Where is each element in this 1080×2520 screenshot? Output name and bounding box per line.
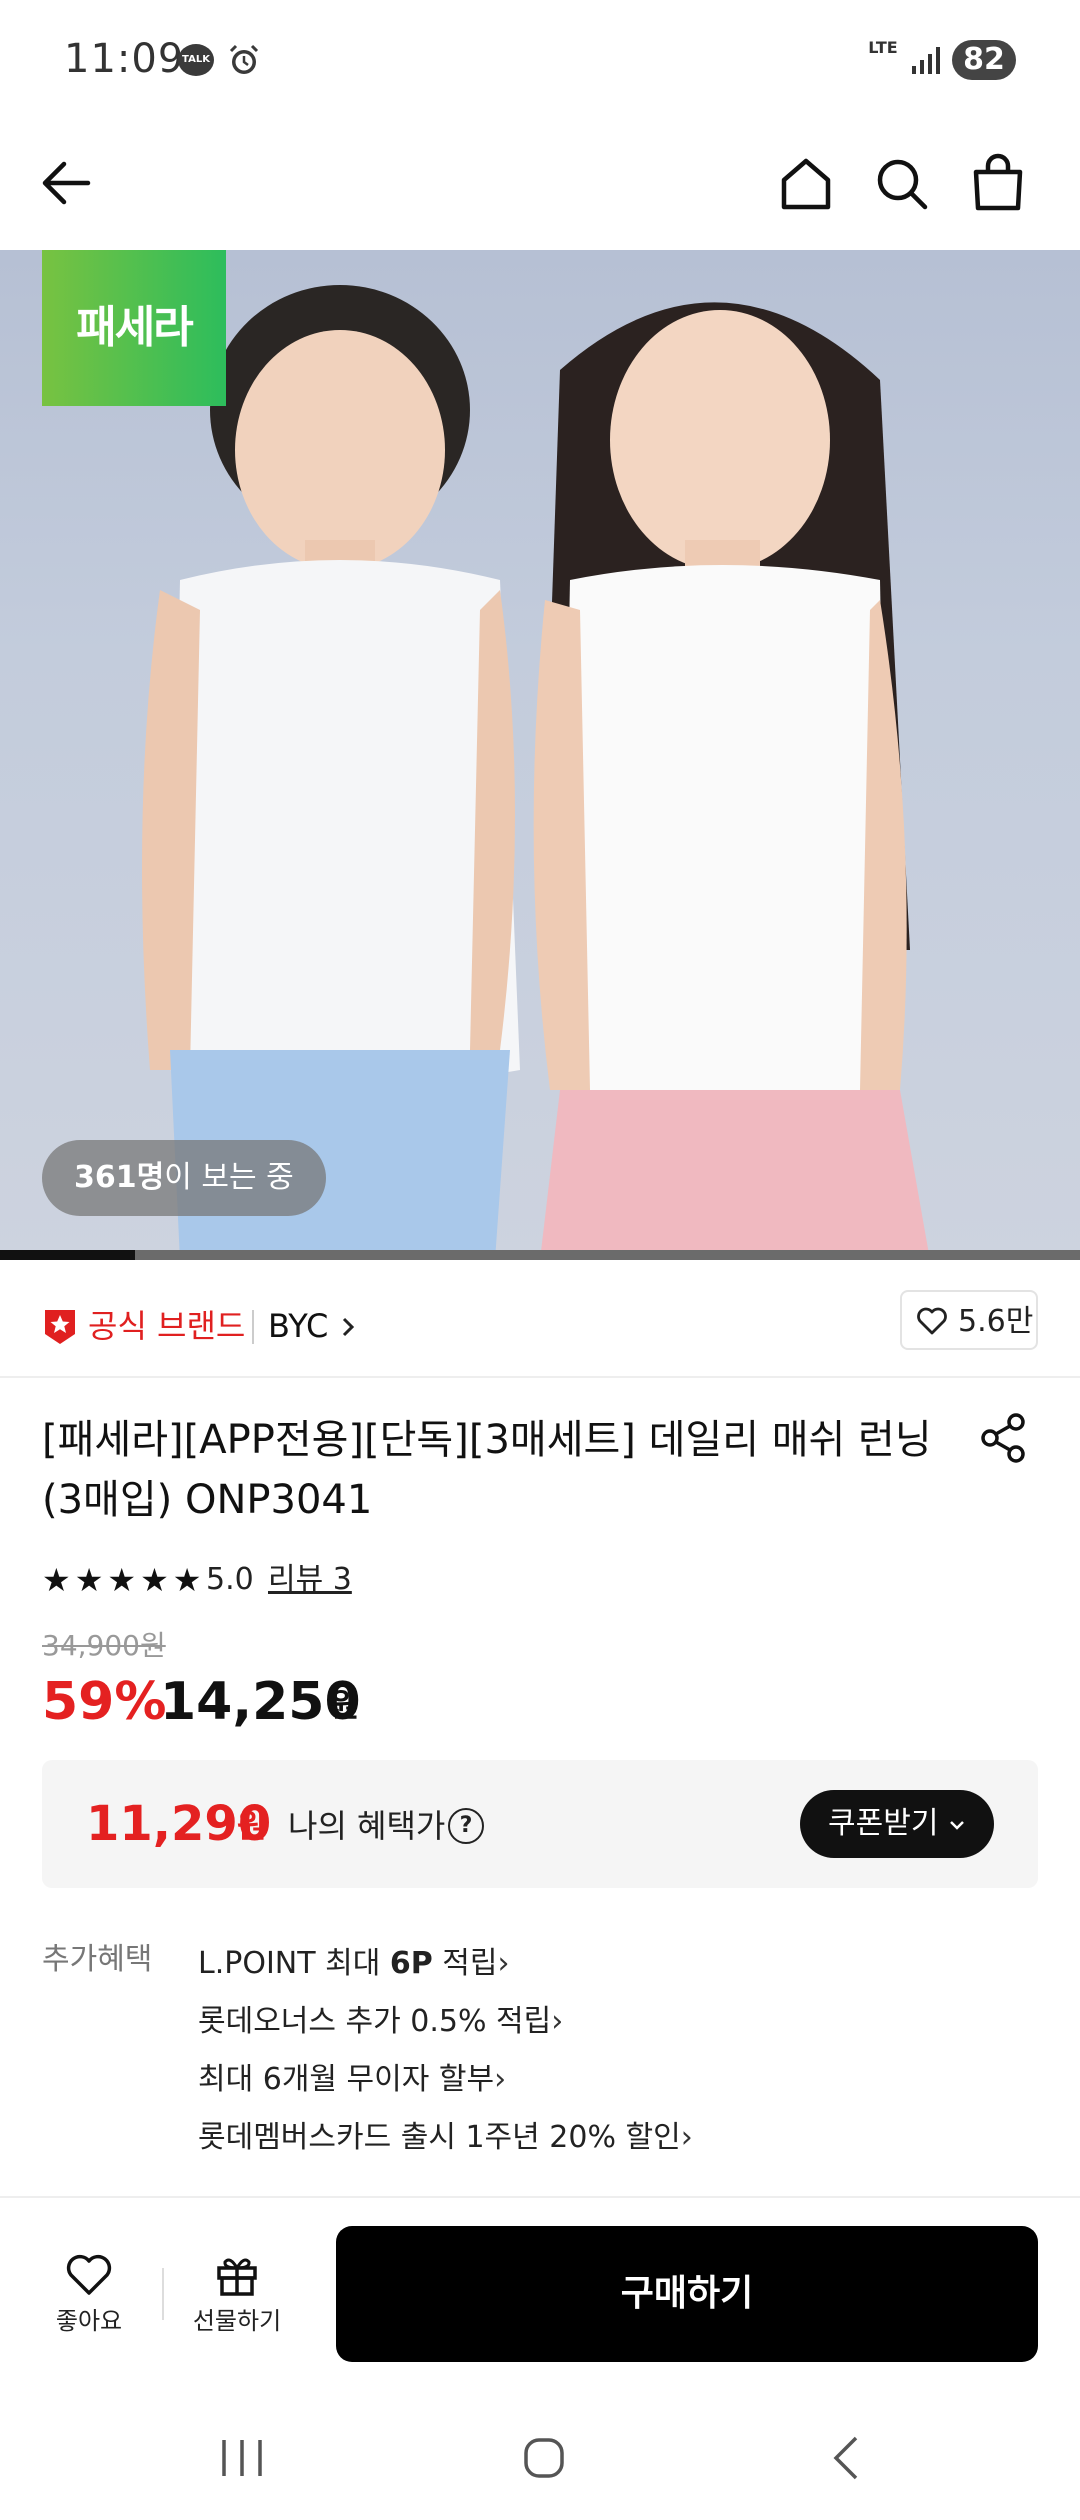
benefit-price-unit: 원	[237, 1807, 267, 1845]
product-title: [패세라][APP전용][단독][3매세트] 데일리 매쉬 런닝 (3매입) O…	[42, 1417, 932, 1523]
extra-benefit-lotte-card[interactable]: 롯데멤버스카드 출시 1주년 20% 할인 ›	[198, 2118, 693, 2158]
rating-stars: ★★★★★	[42, 1561, 206, 1599]
search-icon[interactable]	[872, 150, 932, 216]
like-button-label[interactable]: 좋아요	[40, 2306, 138, 2336]
extra-benefit-installment[interactable]: 최대 6개월 무이자 할부 ›	[198, 2060, 506, 2100]
chevron-right-icon: ›	[494, 2062, 507, 2097]
share-icon[interactable]	[976, 1410, 1032, 1466]
like-count-button[interactable]: 5.6만	[900, 1290, 1038, 1350]
heart-icon	[917, 1307, 947, 1335]
heart-icon[interactable]	[64, 2250, 114, 2300]
brand-badge: 패세라	[42, 250, 226, 406]
image-progress-track	[0, 1250, 1080, 1260]
extra-benefit-lpoint[interactable]: L.POINT 최대 6P 적립 ›	[198, 1944, 509, 1984]
benefit-text: 롯데오너스 추가 0.5% 적립	[198, 2004, 552, 2039]
gift-icon[interactable]	[212, 2250, 262, 2300]
signal-icon	[912, 47, 940, 74]
chevron-down-icon	[950, 1820, 964, 1830]
original-price: 34,900원	[42, 1629, 166, 1662]
bottom-bar-divider	[162, 2268, 164, 2320]
chevron-right-icon: ›	[680, 2120, 693, 2155]
recent-apps-icon[interactable]	[212, 2428, 272, 2488]
viewer-count-pill: 361명이 보는 중	[42, 1140, 326, 1216]
chevron-right-icon: ›	[551, 2004, 564, 2039]
coupon-button-label: 쿠폰받기	[828, 1806, 939, 1841]
status-bar: 11:09 TALK LTE 82	[0, 0, 1080, 120]
coupon-download-button[interactable]: 쿠폰받기	[800, 1790, 994, 1858]
benefit-text: L.POINT 최대	[198, 1946, 390, 1981]
lte-indicator: LTE	[868, 38, 898, 57]
benefit-bold-text: 6P	[389, 1946, 433, 1981]
benefit-text: 롯데멤버스카드 출시 1주년 20% 할인	[198, 2120, 681, 2155]
like-count: 5.6만	[958, 1304, 1034, 1339]
viewer-suffix: 이 보는 중	[164, 1160, 294, 1195]
viewer-count: 361명	[74, 1160, 165, 1195]
benefit-text: 최대 6개월 무이자 할부	[198, 2062, 495, 2097]
battery-indicator: 82	[952, 40, 1016, 80]
alarm-icon	[229, 44, 259, 74]
divider	[0, 1376, 1080, 1378]
official-star-icon	[45, 1310, 75, 1344]
help-question-icon[interactable]: ?	[448, 1808, 484, 1844]
brand-divider	[252, 1310, 254, 1344]
extra-benefit-lotte-owners[interactable]: 롯데오너스 추가 0.5% 적립 ›	[198, 2002, 563, 2042]
back-arrow-icon[interactable]	[36, 150, 96, 216]
buy-button[interactable]: 구매하기	[336, 2226, 1038, 2362]
chevron-right-icon	[342, 1317, 355, 1337]
back-chevron-icon[interactable]	[818, 2428, 878, 2488]
home-circle-icon[interactable]	[514, 2428, 574, 2488]
official-brand-label: 공식 브랜드	[88, 1307, 246, 1345]
shopping-bag-icon[interactable]	[968, 150, 1028, 216]
status-time: 11:09	[64, 36, 185, 82]
product-image-carousel[interactable]: 패세라 361명이 보는 중	[0, 250, 1080, 1260]
rating-value: 5.0	[206, 1562, 254, 1597]
image-progress-fill	[0, 1250, 135, 1260]
chevron-right-icon: ›	[497, 1946, 510, 1981]
gift-button-label[interactable]: 선물하기	[184, 2306, 290, 2336]
discount-rate: 59%	[42, 1672, 167, 1732]
kakaotalk-notification-icon: TALK	[178, 44, 214, 76]
benefit-text-suffix: 적립	[432, 1946, 498, 1981]
brand-name-link[interactable]: BYC	[268, 1306, 328, 1346]
extra-benefits-label: 추가혜택	[42, 1942, 153, 1977]
review-link[interactable]: 리뷰 3	[268, 1560, 352, 1600]
benefit-label: 나의 혜택가	[288, 1807, 446, 1845]
sale-price-unit: 원	[330, 1686, 360, 1724]
benefit-price-box: 11,290 원 나의 혜택가 ? 쿠폰받기	[42, 1760, 1038, 1888]
home-icon[interactable]	[776, 150, 836, 216]
